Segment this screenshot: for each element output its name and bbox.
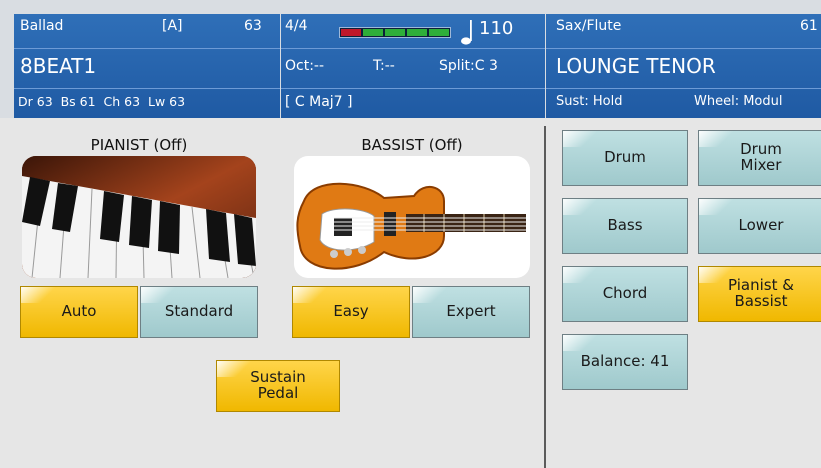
beat-segment	[363, 29, 383, 36]
beat-segment	[341, 29, 361, 36]
balance-button[interactable]: Balance: 41	[562, 334, 688, 390]
pianist-auto-label: Auto	[61, 302, 97, 321]
chord-display: [ C Maj7 ]	[285, 94, 353, 110]
piano-keys-icon	[22, 156, 256, 278]
style-tempo: 63	[244, 18, 262, 34]
style-name: 8BEAT1	[20, 54, 97, 78]
sound-category: Sax/Flute	[556, 18, 622, 34]
drum-button[interactable]: Drum	[562, 130, 688, 186]
style-panel[interactable]: Ballad [A] 63 8BEAT1 Dr 63 Bs 61 Ch 63 L…	[14, 14, 280, 118]
chord-label: Chord	[602, 284, 648, 303]
bassist-easy-label: Easy	[333, 302, 369, 321]
beat-segment	[429, 29, 449, 36]
status-header: Ballad [A] 63 8BEAT1 Dr 63 Bs 61 Ch 63 L…	[0, 0, 821, 118]
lower-label: Lower	[738, 216, 784, 235]
drum-mixer-button[interactable]: Drum Mixer	[698, 130, 821, 186]
bassist-expert-button[interactable]: Expert	[412, 286, 530, 338]
bassist-title: BASSIST (Off)	[361, 136, 463, 154]
chord-button[interactable]: Chord	[562, 266, 688, 322]
bass-label: Bass	[607, 216, 643, 235]
quarter-note-icon	[461, 20, 472, 45]
sound-number: 61	[800, 18, 818, 34]
sustain-status: Sust: Hold	[556, 94, 623, 109]
panel-divider	[544, 126, 546, 468]
piano-image	[22, 156, 256, 278]
drum-label: Drum	[604, 148, 646, 167]
bassist-easy-button[interactable]: Easy	[292, 286, 410, 338]
pianist-standard-label: Standard	[164, 302, 234, 321]
split-value: Split:C 3	[439, 58, 498, 74]
octave-value: Oct:--	[285, 58, 325, 74]
beat-segment	[385, 29, 405, 36]
style-category: Ballad	[20, 18, 64, 34]
pianist-auto-button[interactable]: Auto	[20, 286, 138, 338]
tempo-value: 110	[479, 18, 514, 39]
pianist-standard-button[interactable]: Standard	[140, 286, 258, 338]
bassist-expert-label: Expert	[446, 302, 496, 321]
pianist-bassist-button[interactable]: Pianist & Bassist	[698, 266, 821, 322]
bass-button[interactable]: Bass	[562, 198, 688, 254]
beat-meter	[339, 27, 451, 38]
style-variation: [A]	[162, 18, 183, 34]
tempo-panel[interactable]: 4/4 110 Oct:-- T:-- Split:C 3 [ C Maj7 ]	[281, 14, 545, 118]
style-volumes: Dr 63 Bs 61 Ch 63 Lw 63	[18, 94, 186, 109]
main-area: PIANIST (Off) BASSIST (Off) Auto Standar…	[0, 118, 821, 468]
beat-segment	[407, 29, 427, 36]
time-signature: 4/4	[285, 18, 308, 34]
bass-guitar-icon	[296, 182, 526, 270]
wheel-status: Wheel: Modul	[694, 94, 783, 109]
bass-guitar-image	[294, 156, 530, 278]
lower-button[interactable]: Lower	[698, 198, 821, 254]
pianist-title: PIANIST (Off)	[90, 136, 188, 154]
sound-name: LOUNGE TENOR	[556, 54, 716, 78]
sustain-pedal-label: Sustain Pedal	[250, 368, 306, 402]
sound-panel[interactable]: Sax/Flute 61 LOUNGE TENOR Sust: Hold Whe…	[546, 14, 821, 118]
pianist-bassist-label: Pianist & Bassist	[728, 276, 794, 310]
transpose-value: T:--	[373, 58, 395, 74]
sustain-pedal-button[interactable]: Sustain Pedal	[216, 360, 340, 412]
balance-label: Balance: 41	[580, 352, 670, 371]
drum-mixer-label: Drum Mixer	[740, 140, 782, 174]
